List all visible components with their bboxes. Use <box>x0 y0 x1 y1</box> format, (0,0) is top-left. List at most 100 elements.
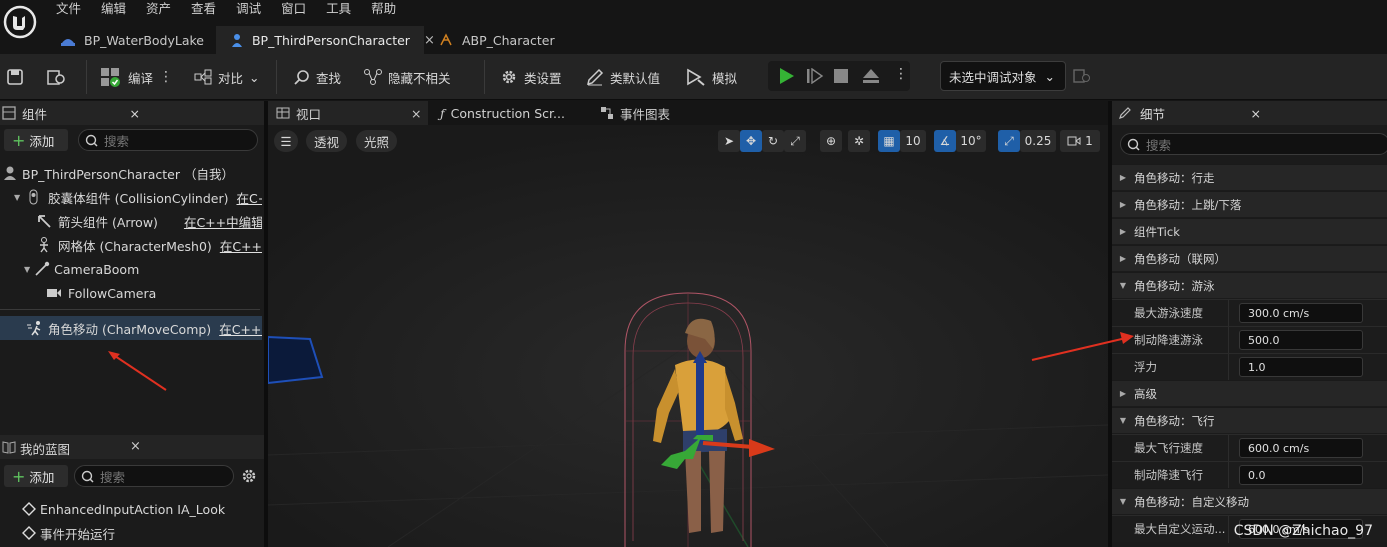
details-category[interactable]: ▼ 角色移动：游泳 <box>1112 272 1387 298</box>
property-value-input[interactable]: 500.0 <box>1239 330 1363 350</box>
class-settings-button[interactable]: 类设置 <box>500 54 562 100</box>
tab-abp-character[interactable]: ABP_Character <box>424 26 567 54</box>
save-button[interactable] <box>6 54 24 100</box>
collapsed-arrow-icon[interactable]: ▶ <box>1112 389 1134 398</box>
tree-item-label: 胶囊体组件 (CollisionCylinder) <box>48 190 229 206</box>
compile-button[interactable]: 编译 ⋮ <box>100 54 173 100</box>
grid-snap-toggle[interactable]: ▦ <box>878 130 900 152</box>
property-value-input[interactable]: 1.0 <box>1239 357 1363 377</box>
grid-snap-value[interactable]: 10 <box>900 130 926 152</box>
more-options-icon[interactable]: ⋮ <box>159 69 173 85</box>
character-icon <box>2 165 18 181</box>
tree-item-followcamera[interactable]: FollowCamera <box>0 281 262 305</box>
scale-snap-toggle[interactable]: ⤢ <box>998 130 1020 152</box>
tab-bp-waterbodylake[interactable]: BP_WaterBodyLake <box>46 26 216 54</box>
tree-item-collisioncylinder[interactable]: ▼ 胶囊体组件 (CollisionCylinder) 在C++中编辑 <box>0 185 262 209</box>
collapsed-arrow-icon[interactable]: ▶ <box>1112 227 1134 236</box>
debug-target-dropdown[interactable]: 未选中调试对象 ⌄ <box>940 61 1066 91</box>
close-icon[interactable]: × <box>130 439 141 454</box>
close-icon[interactable]: × <box>411 106 421 121</box>
scale-snap-value[interactable]: 0.25 <box>1020 130 1056 152</box>
coordinate-space-button[interactable]: ⊕ <box>820 130 842 152</box>
close-icon[interactable]: × <box>130 106 140 121</box>
expand-arrow-icon[interactable]: ▼ <box>24 265 30 274</box>
browse-button[interactable] <box>46 54 66 100</box>
menu-tools[interactable]: 工具 <box>316 0 361 18</box>
play-icon[interactable] <box>778 67 796 85</box>
expanded-arrow-icon[interactable]: ▼ <box>1112 416 1134 425</box>
select-mode-button[interactable]: ➤ <box>718 130 740 152</box>
more-options-icon[interactable]: ⋮ <box>894 66 908 82</box>
expanded-arrow-icon[interactable]: ▼ <box>1112 281 1134 290</box>
tree-item-charmovecomp[interactable]: 角色移动 (CharMoveComp) 在C++中编辑 <box>0 316 262 340</box>
tree-item-cameraboom[interactable]: ▼ CameraBoom <box>0 257 262 281</box>
tree-item-label: BP_ThirdPersonCharacter （自我） <box>22 166 234 182</box>
tab-event-graph[interactable]: 事件图表 <box>592 101 712 125</box>
expand-arrow-icon[interactable]: ▼ <box>14 193 20 202</box>
hide-unrelated-button[interactable]: 隐藏不相关 <box>364 54 451 100</box>
perspective-button[interactable]: 透视 <box>306 130 348 152</box>
tree-item-root[interactable]: BP_ThirdPersonCharacter （自我） <box>0 161 262 185</box>
find-button[interactable]: 查找 <box>294 54 341 100</box>
edit-in-cpp-link[interactable]: 在C++中编辑 <box>219 319 262 338</box>
details-category[interactable]: ▶ 高级 <box>1112 380 1387 406</box>
menu-assets[interactable]: 资产 <box>136 0 181 18</box>
tab-viewport[interactable]: 视口 × <box>268 101 428 125</box>
tab-construction-script[interactable]: ƒ Construction Scr... <box>432 101 592 125</box>
details-category[interactable]: ▶ 组件Tick <box>1112 218 1387 244</box>
character-mesh[interactable] <box>613 291 793 547</box>
close-icon[interactable]: × <box>1251 106 1261 121</box>
add-component-button[interactable]: + 添加 <box>4 129 68 151</box>
simulate-button[interactable]: 模拟 <box>686 54 737 100</box>
menu-file[interactable]: 文件 <box>46 0 91 18</box>
blueprint-item-ia-look[interactable]: EnhancedInputAction IA_Look <box>0 497 262 521</box>
components-search-input[interactable]: 搜索 <box>78 129 258 151</box>
tree-item-arrow[interactable]: 箭头组件 (Arrow) 在C++中编辑 <box>0 209 262 233</box>
tree-item-charactermesh[interactable]: 网格体 (CharacterMesh0) 在C++中编辑 <box>0 233 262 257</box>
details-category[interactable]: ▶ 角色移动：上跳/下落 <box>1112 191 1387 217</box>
details-category[interactable]: ▼ 角色移动：自定义移动 <box>1112 488 1387 514</box>
search-icon <box>85 134 98 147</box>
details-search-input[interactable]: 搜索 <box>1120 133 1387 155</box>
details-category[interactable]: ▼ 角色移动：飞行 <box>1112 407 1387 433</box>
stop-icon[interactable] <box>834 69 848 83</box>
lighting-button[interactable]: 光照 <box>356 130 398 152</box>
surface-snap-button[interactable]: ✲ <box>848 130 870 152</box>
menu-edit[interactable]: 编辑 <box>91 0 136 18</box>
step-icon[interactable] <box>806 68 824 84</box>
details-category[interactable]: ▶ 角色移动：行走 <box>1112 164 1387 190</box>
column-divider <box>1228 434 1229 462</box>
add-variable-button[interactable]: + 添加 <box>4 465 68 487</box>
expanded-arrow-icon[interactable]: ▼ <box>1112 497 1134 506</box>
debug-object-icon[interactable] <box>1073 68 1091 84</box>
property-value-input[interactable]: 0.0 <box>1239 465 1363 485</box>
collapsed-arrow-icon[interactable]: ▶ <box>1112 200 1134 209</box>
gear-icon[interactable] <box>240 467 258 485</box>
diff-button[interactable]: 对比 ⌄ <box>194 54 260 100</box>
menu-help[interactable]: 帮助 <box>361 0 406 18</box>
rotate-mode-button[interactable]: ↻ <box>762 130 784 152</box>
edit-in-cpp-link[interactable]: 在C++中编辑 <box>220 236 262 255</box>
rotation-snap-toggle[interactable]: ∡ <box>934 130 956 152</box>
property-value-input[interactable]: 600.0 cm/s <box>1239 438 1363 458</box>
camera-speed-button[interactable]: 1 <box>1060 130 1100 152</box>
scale-mode-button[interactable]: ⤢ <box>784 130 806 152</box>
viewport-menu-button[interactable]: ☰ <box>274 130 298 152</box>
eject-icon[interactable] <box>862 68 880 84</box>
menu-debug[interactable]: 调试 <box>226 0 271 18</box>
menu-window[interactable]: 窗口 <box>271 0 316 18</box>
edit-in-cpp-link[interactable]: 在C++中编辑 <box>237 188 263 207</box>
details-category[interactable]: ▶ 角色移动（联网） <box>1112 245 1387 271</box>
rotation-snap-value[interactable]: 10° <box>956 130 986 152</box>
blueprint-search-input[interactable]: 搜索 <box>74 465 234 487</box>
menu-view[interactable]: 查看 <box>181 0 226 18</box>
collapsed-arrow-icon[interactable]: ▶ <box>1112 173 1134 182</box>
translate-mode-button[interactable]: ✥ <box>740 130 762 152</box>
class-defaults-button[interactable]: 类默认值 <box>586 54 660 100</box>
edit-in-cpp-link[interactable]: 在C++中编辑 <box>184 212 262 231</box>
blueprint-item-beginplay[interactable]: 事件开始运行 <box>0 521 262 545</box>
tab-bp-thirdpersoncharacter[interactable]: BP_ThirdPersonCharacter × <box>215 26 435 54</box>
collapsed-arrow-icon[interactable]: ▶ <box>1112 254 1134 263</box>
property-value-input[interactable]: 300.0 cm/s <box>1239 303 1363 323</box>
unreal-logo-icon[interactable] <box>0 0 40 44</box>
